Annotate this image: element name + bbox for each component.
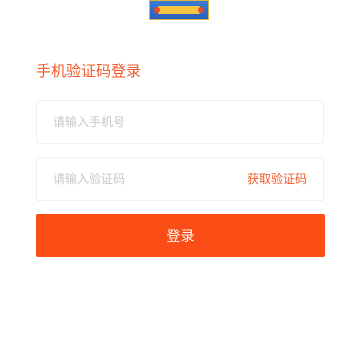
logo-band (158, 6, 200, 14)
get-code-button[interactable]: 获取验证码 (247, 158, 307, 200)
code-input[interactable] (53, 158, 233, 200)
phone-field (36, 100, 324, 144)
logo-dot-left (154, 7, 160, 13)
code-field: 获取验证码 (36, 157, 324, 201)
page-title: 手机验证码登录 (36, 62, 142, 80)
banner-logo (149, 0, 209, 20)
logo-dot-right (198, 7, 204, 13)
phone-input[interactable] (53, 101, 233, 143)
login-button[interactable]: 登录 (36, 214, 325, 257)
login-page: 手机验证码登录 获取验证码 登录 (0, 0, 360, 360)
